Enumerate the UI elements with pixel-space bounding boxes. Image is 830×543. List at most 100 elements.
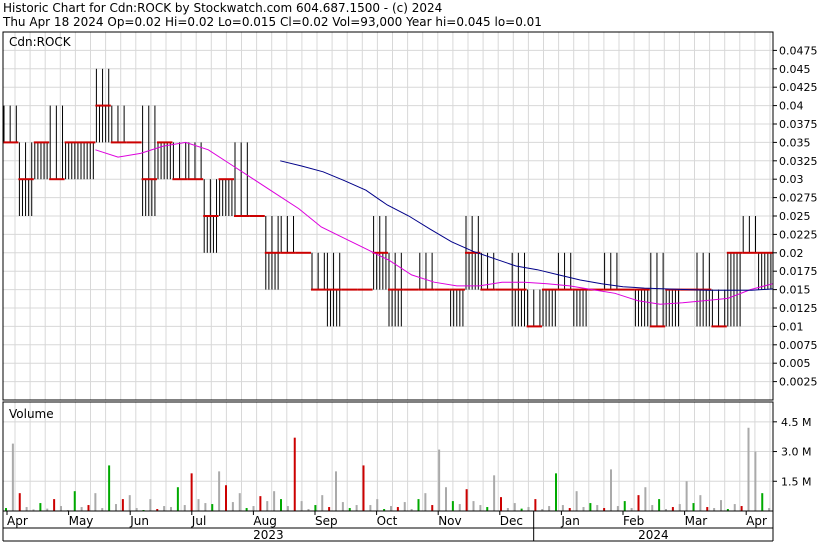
price-panel-symbol: Cdn:ROCK	[9, 35, 72, 49]
volume-bar	[720, 500, 722, 511]
volume-bar	[733, 504, 736, 511]
volume-bar	[438, 449, 441, 511]
price-axis-label: 0.045	[779, 63, 811, 76]
volume-bar	[417, 499, 420, 511]
price-axis-label: 0.0225	[779, 228, 818, 241]
volume-bar	[149, 499, 152, 511]
volume-bar	[176, 487, 179, 511]
volume-bar	[651, 505, 654, 511]
chart-root: Historic Chart for Cdn:ROCK by Stockwatc…	[0, 0, 830, 543]
volume-bar	[286, 506, 289, 511]
price-axis-label: 0.0425	[779, 81, 818, 94]
volume-bar	[300, 501, 303, 511]
price-axis-label: 0.025	[779, 210, 811, 223]
volume-bar	[376, 499, 379, 511]
volume-bar	[328, 507, 331, 511]
volume-bar	[211, 504, 214, 511]
volume-bar	[128, 495, 131, 511]
volume-bar	[396, 507, 399, 511]
volume-bar	[225, 485, 227, 511]
volume-bar	[60, 506, 62, 511]
volume-marks	[5, 427, 771, 511]
price-axis-label: 0.035	[779, 136, 811, 149]
volume-bar	[238, 493, 241, 511]
volume-bar	[575, 491, 578, 511]
volume-bar	[25, 507, 28, 511]
volume-bar	[445, 487, 447, 511]
price-axis-label: 0.04	[779, 100, 804, 113]
volume-bar	[231, 502, 234, 511]
price-axis-label: 0.0025	[779, 376, 818, 389]
volume-bar	[321, 495, 324, 511]
volume-bar	[87, 505, 90, 511]
volume-bar	[94, 493, 97, 511]
price-axis-label: 0.01	[779, 320, 804, 333]
volume-bar	[740, 506, 743, 511]
volume-axis-label: 1.5 M	[781, 475, 811, 488]
volume-bar	[678, 504, 681, 511]
volume-panel-frame	[2, 401, 774, 512]
year-label: 2023	[253, 528, 284, 542]
volume-bar	[493, 475, 496, 511]
volume-bar	[699, 495, 702, 511]
volume-bar	[424, 493, 427, 511]
price-axis-label: 0.005	[779, 357, 811, 370]
month-axis-label: Oct	[377, 514, 398, 528]
month-axis-label: Jan	[560, 514, 580, 528]
volume-bar	[561, 505, 564, 511]
volume-bar	[39, 503, 42, 511]
volume-bar	[403, 502, 406, 511]
moving-average-short-line	[95, 141, 774, 305]
price-axis-label: 0.02	[779, 247, 804, 260]
volume-bar	[754, 451, 757, 511]
volume-axis-label: 4.5 M	[781, 416, 811, 429]
volume-bar	[362, 465, 365, 511]
volume-bar	[218, 471, 221, 511]
month-axis-label: Aug	[253, 514, 276, 528]
volume-bar	[170, 507, 172, 511]
volume-bar	[121, 499, 124, 511]
volume-bar	[73, 491, 76, 511]
volume-bar	[685, 481, 688, 511]
price-axis-label: 0.0375	[779, 118, 818, 131]
volume-bar	[390, 506, 392, 511]
volume-bar	[486, 507, 489, 511]
month-axis-label: May	[69, 514, 94, 528]
volume-bar	[637, 495, 640, 511]
volume-bar	[589, 503, 592, 511]
volume-bar	[761, 493, 764, 511]
volume-bar	[451, 501, 454, 511]
volume-bar	[513, 503, 516, 511]
volume-bar	[115, 504, 117, 511]
volume-bar	[458, 504, 461, 511]
volume-bar	[204, 503, 207, 511]
volume-bar	[555, 473, 557, 511]
volume-axis-label: 3.0 M	[781, 446, 811, 459]
volume-bar	[18, 493, 21, 511]
volume-bar	[369, 505, 372, 511]
volume-bar	[671, 507, 674, 511]
month-axis-label: Apr	[7, 514, 28, 528]
month-axis-label: Apr	[746, 514, 767, 528]
volume-bar	[273, 491, 276, 511]
volume-panel-label: Volume	[9, 407, 54, 421]
price-axis-label: 0.0175	[779, 265, 818, 278]
volume-bar	[314, 505, 317, 511]
volume-bar	[53, 499, 56, 511]
month-axis-label: Jun	[129, 514, 149, 528]
volume-bar	[266, 501, 269, 511]
month-axis-label: Mar	[685, 514, 708, 528]
volume-bar	[616, 506, 619, 511]
volume-bar	[335, 471, 337, 511]
volume-bar	[280, 499, 282, 511]
volume-bar	[500, 497, 502, 511]
volume-bar	[582, 507, 585, 511]
volume-bar	[108, 465, 111, 511]
price-axis-label: 0.0325	[779, 155, 818, 168]
volume-bar	[548, 506, 551, 511]
volume-bar	[527, 507, 530, 511]
volume-bar	[80, 507, 83, 511]
volume-bar	[623, 501, 626, 511]
volume-bar	[259, 496, 262, 511]
volume-bar	[610, 469, 612, 511]
